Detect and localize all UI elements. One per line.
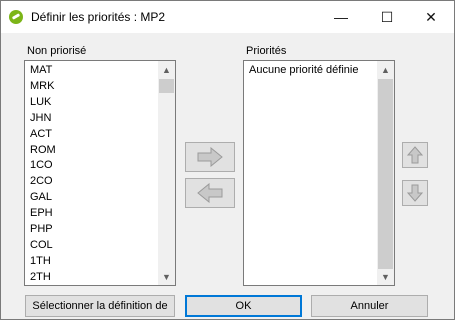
arrow-up-icon [407, 146, 423, 164]
priorities-list[interactable]: Aucune priorité définie ▲ ▼ [243, 60, 395, 286]
select-definition-button[interactable]: Sélectionner la définition de [25, 295, 175, 317]
list-item[interactable]: 1TH [30, 254, 51, 268]
scroll-thumb[interactable] [378, 79, 393, 269]
arrow-left-icon [197, 183, 223, 203]
list-item[interactable]: ROM [30, 143, 56, 157]
list-item[interactable]: 2TH [30, 270, 51, 284]
close-button[interactable]: ✕ [408, 1, 454, 33]
list-item[interactable]: Aucune priorité définie [249, 63, 358, 77]
cancel-button[interactable]: Annuler [311, 295, 428, 317]
title-bar: Définir les priorités : MP2 — ☐ ✕ [1, 1, 454, 33]
app-icon [9, 10, 23, 24]
arrow-right-icon [197, 147, 223, 167]
list-item[interactable]: GAL [30, 190, 52, 204]
window-title: Définir les priorités : MP2 [31, 10, 166, 24]
move-right-button[interactable] [185, 142, 235, 172]
unprioritized-label: Non priorisé [27, 45, 87, 57]
list-item[interactable]: 2CO [30, 174, 53, 188]
minimize-button[interactable]: — [318, 1, 364, 33]
move-down-button[interactable] [402, 180, 428, 206]
scroll-down-icon[interactable]: ▼ [158, 268, 175, 285]
left-scrollbar[interactable]: ▲ ▼ [158, 61, 175, 285]
priorities-label: Priorités [246, 45, 287, 57]
list-item[interactable]: MRK [30, 79, 54, 93]
maximize-button[interactable]: ☐ [364, 1, 410, 33]
list-item[interactable]: PHP [30, 222, 53, 236]
list-item[interactable]: EPH [30, 206, 53, 220]
list-item[interactable]: ACT [30, 127, 52, 141]
list-item[interactable]: LUK [30, 95, 51, 109]
scroll-up-icon[interactable]: ▲ [377, 61, 394, 78]
list-item[interactable]: COL [30, 238, 53, 252]
move-left-button[interactable] [185, 178, 235, 208]
scroll-up-icon[interactable]: ▲ [158, 61, 175, 78]
dialog-window: Définir les priorités : MP2 — ☐ ✕ Non pr… [0, 0, 455, 320]
move-up-button[interactable] [402, 142, 428, 168]
scroll-thumb[interactable] [159, 79, 174, 93]
right-scrollbar[interactable]: ▲ ▼ [377, 61, 394, 285]
scroll-down-icon[interactable]: ▼ [377, 268, 394, 285]
list-item[interactable]: JHN [30, 111, 51, 125]
list-item[interactable]: 1CO [30, 158, 53, 172]
arrow-down-icon [407, 184, 423, 202]
list-item[interactable]: MAT [30, 63, 52, 77]
ok-button[interactable]: OK [185, 295, 302, 317]
unprioritized-list[interactable]: MAT MRK LUK JHN ACT ROM 1CO 2CO GAL EPH PHP COL 1TH 2… [24, 60, 176, 286]
